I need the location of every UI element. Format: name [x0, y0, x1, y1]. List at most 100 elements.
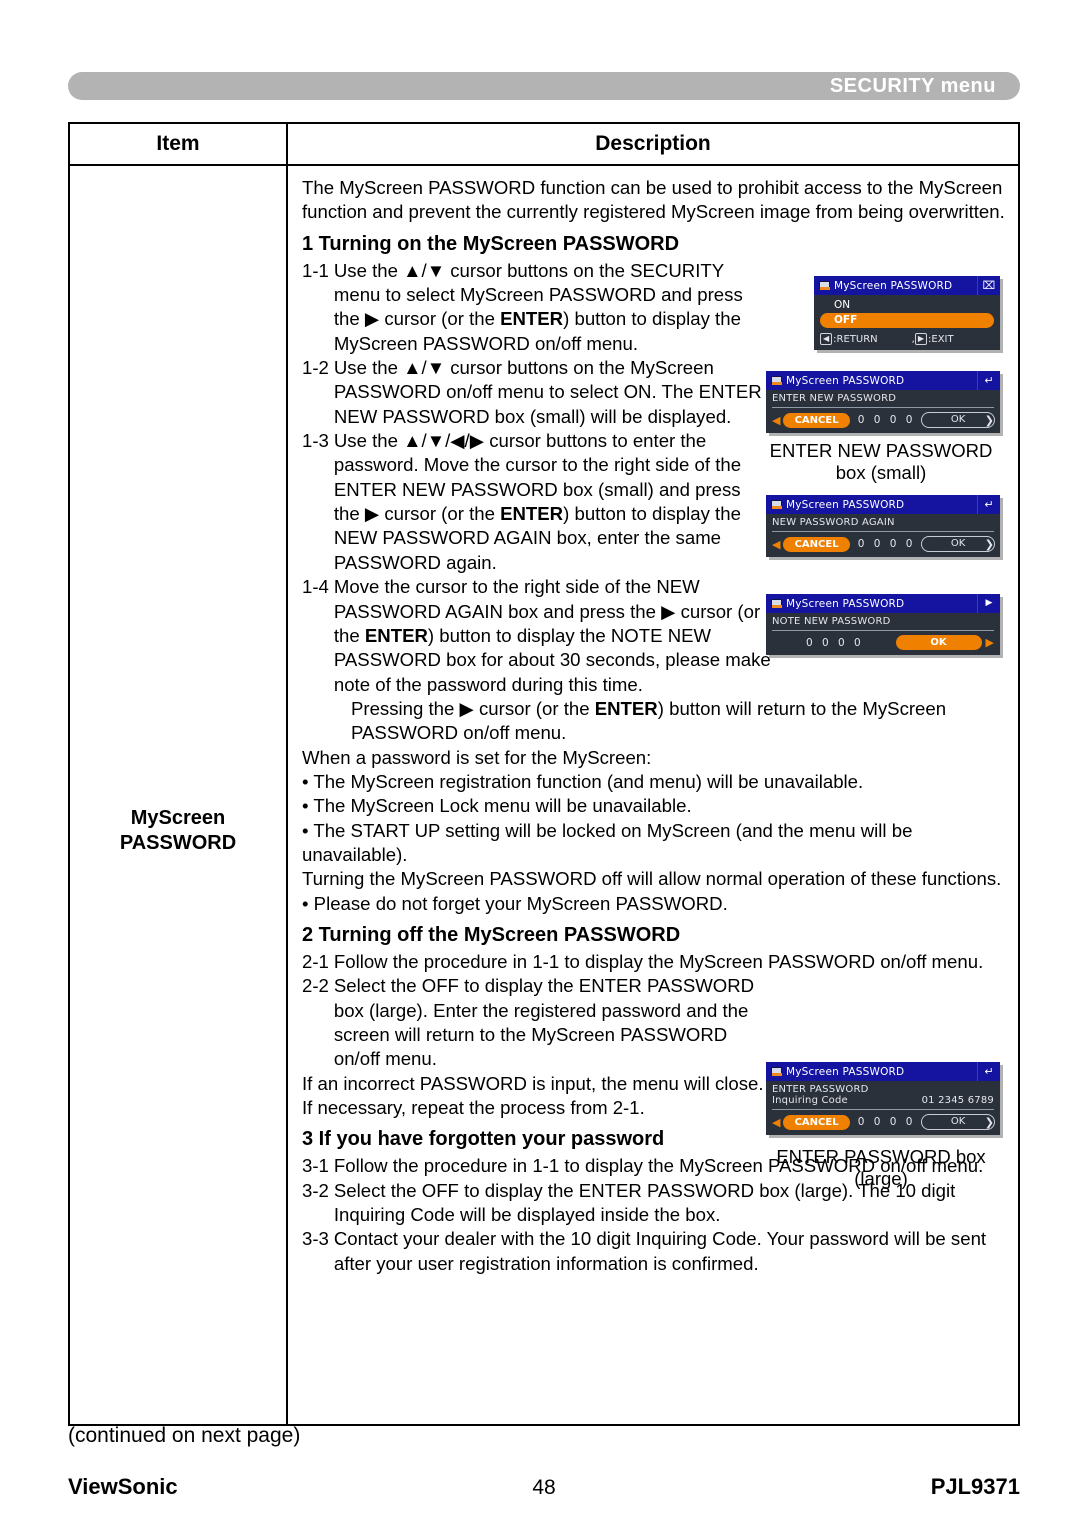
password-digits[interactable]: 0 0 0 0: [858, 414, 916, 426]
caption-line2: (large): [854, 1168, 908, 1190]
figure-caption-enter-large: ENTER PASSWORD box (large): [756, 1146, 1006, 1190]
osd-title-text: MyScreen PASSWORD: [786, 374, 905, 387]
step-1-4-number: 1-4: [302, 576, 329, 598]
inquiring-code-row: Inquiring Code 01 2345 6789: [772, 1095, 994, 1106]
next-icon[interactable]: ▶: [977, 594, 1000, 613]
osd-titlebar: MyScreen PASSWORD ⌧: [814, 276, 1000, 295]
field-label: NEW PASSWORD AGAIN: [772, 517, 895, 528]
footer-model: PJL9371: [930, 1474, 1020, 1499]
column-header-item: Item: [70, 124, 288, 164]
ok-button[interactable]: OK: [921, 412, 995, 428]
intro-paragraph: The MyScreen PASSWORD function can be us…: [302, 177, 1005, 223]
step-1-3-bold: ENTER: [500, 503, 564, 525]
close-icon[interactable]: ⌧: [977, 276, 1000, 295]
bullet-do-not-forget: • Please do not forget your MyScreen PAS…: [302, 892, 728, 914]
step-2-2: 2-2 Select the OFF to display the ENTER …: [302, 974, 767, 1071]
ok-button[interactable]: OK: [895, 635, 982, 650]
item-cell: MyScreen PASSWORD: [70, 166, 288, 1424]
item-name-line1: MyScreen: [130, 807, 226, 829]
step-1-3: 1-3 Use the ▲/▼/◀/▶ cursor buttons to en…: [302, 429, 767, 575]
osd-enter-new-password: MyScreen PASSWORD ↵ ENTER NEW PASSWORD ◀…: [766, 371, 1000, 433]
item-name: MyScreen PASSWORD: [70, 806, 286, 856]
field-label: NOTE NEW PASSWORD: [772, 616, 891, 627]
osd-action-row: 0 0 0 0 OK ▶: [772, 635, 994, 650]
inquiring-code-value: 01 2345 6789: [921, 1095, 994, 1106]
step-2-1: 2-1 Follow the procedure in 1-1 to displ…: [302, 950, 1006, 974]
step-3-3: 3-3 Contact your dealer with the 10 digi…: [302, 1227, 1006, 1276]
right-arrow-icon[interactable]: ▶: [986, 637, 994, 648]
pressing-note-a: Pressing the ▶ cursor (or the: [351, 697, 595, 719]
password-digits[interactable]: 0 0 0 0: [858, 1116, 916, 1128]
footer-page-number: 48: [532, 1476, 556, 1499]
return-label: :RETURN: [833, 333, 878, 345]
step-1-4-bold: ENTER: [364, 624, 428, 646]
banner-pill: SECURITY menu: [68, 72, 1020, 100]
step-1-1-text: Use the ▲/▼ cursor buttons on the SECURI…: [334, 259, 767, 356]
step-1-3-text: Use the ▲/▼/◀/▶ cursor buttons to enter …: [334, 429, 767, 575]
step-2-2-number: 2-2: [302, 975, 329, 997]
close-glyph: ⌧: [982, 279, 996, 292]
cancel-button[interactable]: CANCEL: [783, 412, 850, 428]
enter-icon[interactable]: ↵: [977, 1062, 1000, 1081]
item-name-line2: PASSWORD: [119, 832, 237, 854]
osd-title-text: MyScreen PASSWORD: [786, 498, 905, 511]
continued-note: (continued on next page): [68, 1424, 301, 1447]
left-arrow-icon[interactable]: ◀: [772, 539, 780, 550]
projector-icon: [771, 1067, 782, 1076]
step-1-3-number: 1-3: [302, 430, 329, 452]
step-1-2-text: Use the ▲/▼ cursor buttons on the MyScre…: [333, 357, 762, 427]
next-glyph: ▶: [985, 598, 993, 608]
field-label: ENTER NEW PASSWORD: [772, 393, 897, 404]
divider: [772, 1109, 994, 1110]
osd-note-new-password: MyScreen PASSWORD ▶ NOTE NEW PASSWORD 0 …: [766, 594, 1000, 655]
enter-icon[interactable]: ↵: [977, 371, 1000, 390]
caption-line2: box (small): [835, 462, 927, 484]
enter-icon[interactable]: ↵: [977, 495, 1000, 514]
osd-body: ENTER NEW PASSWORD ◀ CANCEL 0 0 0 0 OK ❯: [766, 390, 1000, 433]
cancel-button[interactable]: CANCEL: [783, 536, 850, 552]
osd-onoff-menu: MyScreen PASSWORD ⌧ ON OFF ◀ :RETURN , ▶…: [814, 276, 1000, 350]
osd-body: ON OFF ◀ :RETURN , ▶ :EXIT: [814, 295, 1000, 350]
right-arrow-icon[interactable]: ❯: [985, 539, 994, 550]
step-1-4-text: Move the cursor to the right side of the…: [334, 575, 772, 697]
osd-action-row: ◀ CANCEL 0 0 0 0 OK ❯: [772, 536, 995, 552]
ok-button[interactable]: OK: [921, 536, 995, 552]
projector-icon: [771, 376, 782, 385]
return-key-icon: ◀: [820, 333, 833, 345]
step-3-1-number: 3-1: [302, 1155, 329, 1177]
step-3-3-text: Contact your dealer with the 10 digit In…: [333, 1228, 987, 1274]
password-digits: 0 0 0 0: [806, 636, 864, 649]
bullet-registration: • The MyScreen registration function (an…: [302, 770, 864, 792]
password-digits[interactable]: 0 0 0 0: [858, 538, 916, 550]
right-arrow-icon[interactable]: ❯: [985, 1117, 994, 1128]
left-arrow-icon[interactable]: ◀: [772, 415, 780, 426]
osd-body: NOTE NEW PASSWORD 0 0 0 0 OK ▶: [766, 613, 1000, 655]
osd-body: ENTER PASSWORD Inquiring Code 01 2345 67…: [766, 1081, 1000, 1135]
right-arrow-icon[interactable]: ❯: [985, 415, 994, 426]
incorrect-password-note: If an incorrect PASSWORD is input, the m…: [302, 1072, 764, 1119]
turning-off-note: Turning the MyScreen PASSWORD off will a…: [302, 868, 1002, 890]
step-2-1-text: Follow the procedure in 1-1 to display t…: [333, 950, 984, 972]
caption-line1: ENTER PASSWORD box: [776, 1146, 986, 1167]
osd-option-on[interactable]: ON: [820, 298, 994, 312]
osd-title-text: MyScreen PASSWORD: [786, 1065, 905, 1078]
osd-titlebar: MyScreen PASSWORD ↵: [766, 1062, 1000, 1081]
footer-brand: ViewSonic: [68, 1474, 178, 1499]
cancel-button[interactable]: CANCEL: [783, 1114, 850, 1130]
step-1-1-number: 1-1: [302, 259, 329, 281]
osd-nav-hints: ◀ :RETURN , ▶ :EXIT: [820, 331, 994, 345]
enter-glyph: ↵: [984, 374, 994, 387]
left-arrow-icon[interactable]: ◀: [772, 1117, 780, 1128]
field-label: ENTER PASSWORD: [772, 1084, 869, 1095]
bullet-lock-menu: • The MyScreen Lock menu will be unavail…: [302, 795, 692, 817]
exit-key-icon: ▶: [914, 333, 927, 345]
inquiring-code-label: Inquiring Code: [772, 1095, 848, 1106]
ok-button[interactable]: OK: [921, 1114, 995, 1130]
table-header-row: Item Description: [70, 124, 1018, 166]
osd-option-off[interactable]: OFF: [820, 313, 994, 328]
osd-titlebar: MyScreen PASSWORD ↵: [766, 495, 1000, 514]
enter-glyph: ↵: [984, 498, 994, 511]
section2-heading: 2 Turning off the MyScreen PASSWORD: [302, 923, 681, 946]
osd-new-password-again: MyScreen PASSWORD ↵ NEW PASSWORD AGAIN ◀…: [766, 495, 1000, 557]
ok-group: OK ▶: [895, 635, 994, 650]
